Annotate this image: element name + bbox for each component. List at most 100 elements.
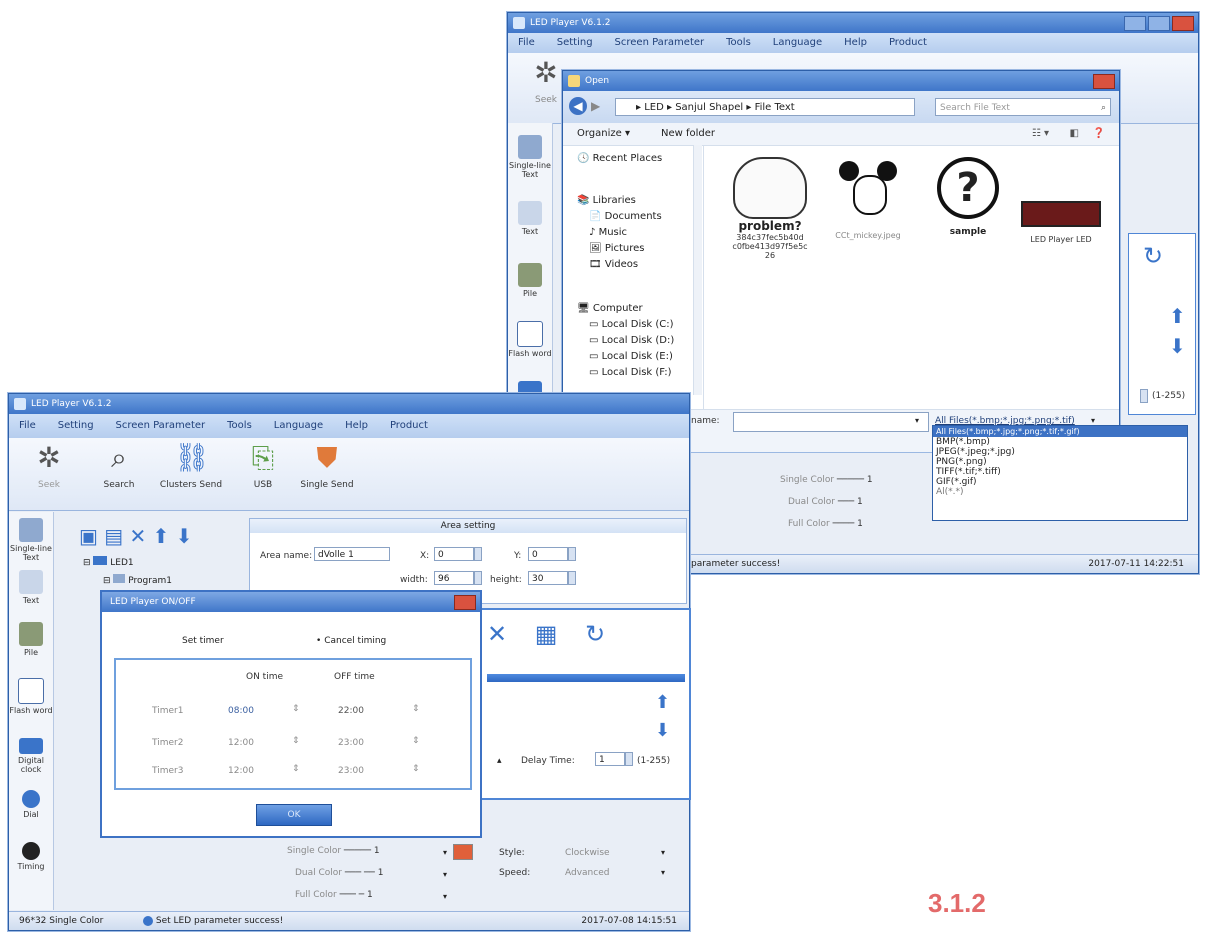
- nav-recent[interactable]: 🕓 Recent Places: [577, 153, 662, 164]
- move-down-icon[interactable]: ⬇: [176, 524, 193, 548]
- nav-documents[interactable]: 📄 Documents: [589, 211, 662, 222]
- sidebar-pile[interactable]: Pile: [9, 622, 53, 657]
- height-spinner[interactable]: [568, 571, 576, 585]
- x-input[interactable]: 0: [434, 547, 474, 561]
- address-path[interactable]: ▸ LED ▸ Sanjul Shapel ▸ File Text: [615, 98, 915, 116]
- timer1-on[interactable]: 08:00: [228, 706, 254, 716]
- refresh-icon[interactable]: ↻: [585, 620, 605, 648]
- clusters-send-button[interactable]: ⛓ Clusters Send: [159, 442, 223, 491]
- timer1-off-spin[interactable]: ⇕: [412, 704, 420, 714]
- color-dropdown-icon[interactable]: ▾: [443, 892, 447, 901]
- sidebar-digital-clock[interactable]: Digital clock: [9, 738, 53, 774]
- cancel-timing-radio[interactable]: • Cancel timing: [316, 636, 386, 646]
- menu-file[interactable]: File: [19, 414, 36, 438]
- filter-option-tiff[interactable]: TIFF(*.tif;*.tiff): [933, 467, 1187, 477]
- search-input[interactable]: Search File Text ⌕: [935, 98, 1111, 116]
- full-color-option[interactable]: Full Color ─── ─ 1: [295, 890, 373, 900]
- sidebar-single-line-text[interactable]: Single-line Text: [9, 518, 53, 562]
- nav-disk-f[interactable]: ▭ Local Disk (F:): [589, 367, 672, 378]
- trash-icon[interactable]: ▦: [535, 620, 558, 648]
- nav-scrollbar[interactable]: [693, 145, 702, 395]
- forward-arrow-icon[interactable]: ▶: [591, 99, 600, 113]
- color-dropdown-icon[interactable]: ▾: [443, 870, 447, 879]
- timer1-on-spin[interactable]: ⇕: [292, 704, 300, 714]
- menu-product[interactable]: Product: [390, 414, 428, 438]
- menu-tools[interactable]: Tools: [227, 414, 252, 438]
- file-item[interactable]: problem? 384c37fec5b40d c0fbe413d97f5e5c…: [727, 157, 813, 260]
- nav-videos[interactable]: 🎞 Videos: [589, 259, 638, 270]
- sidebar-dial[interactable]: Dial: [9, 790, 53, 819]
- menu-setting[interactable]: Setting: [58, 414, 94, 438]
- filter-option-jpeg[interactable]: JPEG(*.jpeg;*.jpg): [933, 447, 1187, 457]
- nav-computer[interactable]: 🖥 Computer: [577, 303, 643, 314]
- move-up-icon[interactable]: ⬆: [1169, 304, 1186, 328]
- view-icon[interactable]: ☷ ▾: [1032, 123, 1049, 145]
- nav-music[interactable]: ♪ Music: [589, 227, 627, 238]
- width-spinner[interactable]: [474, 571, 482, 585]
- nav-disk-d[interactable]: ▭ Local Disk (D:): [589, 335, 674, 346]
- menu-language[interactable]: Language: [274, 414, 323, 438]
- nav-libraries[interactable]: 📚 Libraries: [577, 195, 636, 206]
- seek-button[interactable]: ✲ Seek: [17, 442, 81, 491]
- filter-option-png[interactable]: PNG(*.png): [933, 457, 1187, 467]
- timer3-off-spin[interactable]: ⇕: [412, 764, 420, 774]
- timer3-on-spin[interactable]: ⇕: [292, 764, 300, 774]
- close-button[interactable]: [1172, 16, 1194, 31]
- file-item[interactable]: CCt_mickey.jpeg: [825, 157, 911, 240]
- menu-help[interactable]: Help: [844, 33, 867, 53]
- menu-help[interactable]: Help: [345, 414, 368, 438]
- search-button[interactable]: ⌕ Search: [87, 442, 151, 491]
- y-input[interactable]: 0: [528, 547, 568, 561]
- menu-screen-parameter[interactable]: Screen Parameter: [615, 33, 705, 53]
- file-name-input[interactable]: [733, 412, 929, 432]
- usb-button[interactable]: ⎘ USB: [231, 442, 295, 491]
- menu-product[interactable]: Product: [889, 33, 927, 53]
- list-icon[interactable]: ▤: [104, 524, 123, 548]
- filter-option-all-files[interactable]: Al(*.*): [933, 487, 1187, 497]
- new-folder-button[interactable]: New folder: [661, 123, 715, 145]
- nav-pictures[interactable]: 🖼 Pictures: [589, 243, 645, 254]
- y-spinner[interactable]: [568, 547, 576, 561]
- preview-pane-icon[interactable]: ◧: [1070, 123, 1079, 145]
- menu-setting[interactable]: Setting: [557, 33, 593, 53]
- x-spinner[interactable]: [474, 547, 482, 561]
- sidebar-flash-word[interactable]: Flash word: [9, 678, 53, 715]
- sidebar-single-line-text[interactable]: Single-line Text: [508, 135, 552, 179]
- file-type-dropdown-icon[interactable]: ▾: [1091, 416, 1095, 425]
- clear-icon[interactable]: ✕: [487, 620, 507, 648]
- refresh-icon[interactable]: ↻: [1143, 242, 1163, 270]
- timer-dialog-close-button[interactable]: [454, 595, 476, 610]
- organize-button[interactable]: Organize ▾: [577, 123, 630, 145]
- ok-button[interactable]: OK: [256, 804, 332, 826]
- help-icon[interactable]: ❓: [1093, 123, 1105, 145]
- delay-spinner[interactable]: [625, 752, 633, 766]
- minimize-button[interactable]: [1124, 16, 1146, 31]
- delete-icon[interactable]: ✕: [130, 524, 147, 548]
- delay-spin-up[interactable]: ▴: [497, 756, 502, 766]
- timer2-off-spin[interactable]: ⇕: [412, 736, 420, 746]
- save-icon[interactable]: ▣: [79, 524, 98, 548]
- move-down-icon[interactable]: ⬇: [655, 720, 670, 741]
- move-down-icon[interactable]: ⬇: [1169, 334, 1186, 358]
- speed-dropdown-icon[interactable]: ▾: [661, 868, 665, 877]
- menu-screen-parameter[interactable]: Screen Parameter: [116, 414, 206, 438]
- dual-color-option[interactable]: Dual Color ─── ── 1: [295, 868, 383, 878]
- single-send-button[interactable]: ⛊ Single Send: [295, 442, 359, 491]
- delay-time-input[interactable]: 1: [595, 752, 625, 766]
- back-delay-spin[interactable]: [1140, 389, 1148, 403]
- color-swatch[interactable]: [453, 844, 473, 860]
- sidebar-text[interactable]: Text: [508, 201, 552, 236]
- nav-disk-e[interactable]: ▭ Local Disk (E:): [589, 351, 673, 362]
- timer3-on[interactable]: 12:00: [228, 766, 254, 776]
- height-input[interactable]: 30: [528, 571, 568, 585]
- color-dropdown-icon[interactable]: ▾: [443, 848, 447, 857]
- move-up-icon[interactable]: ⬆: [153, 524, 170, 548]
- width-input[interactable]: 96: [434, 571, 474, 585]
- tree-program[interactable]: ⊟ Program1: [103, 574, 172, 586]
- filter-option-bmp[interactable]: BMP(*.bmp): [933, 437, 1187, 447]
- timer1-off[interactable]: 22:00: [338, 706, 364, 716]
- file-item[interactable]: ? sample: [925, 157, 1011, 237]
- sidebar-pile[interactable]: Pile: [508, 263, 552, 298]
- single-color-option[interactable]: Single Color ───── 1: [287, 846, 380, 856]
- nav-disk-c[interactable]: ▭ Local Disk (C:): [589, 319, 674, 330]
